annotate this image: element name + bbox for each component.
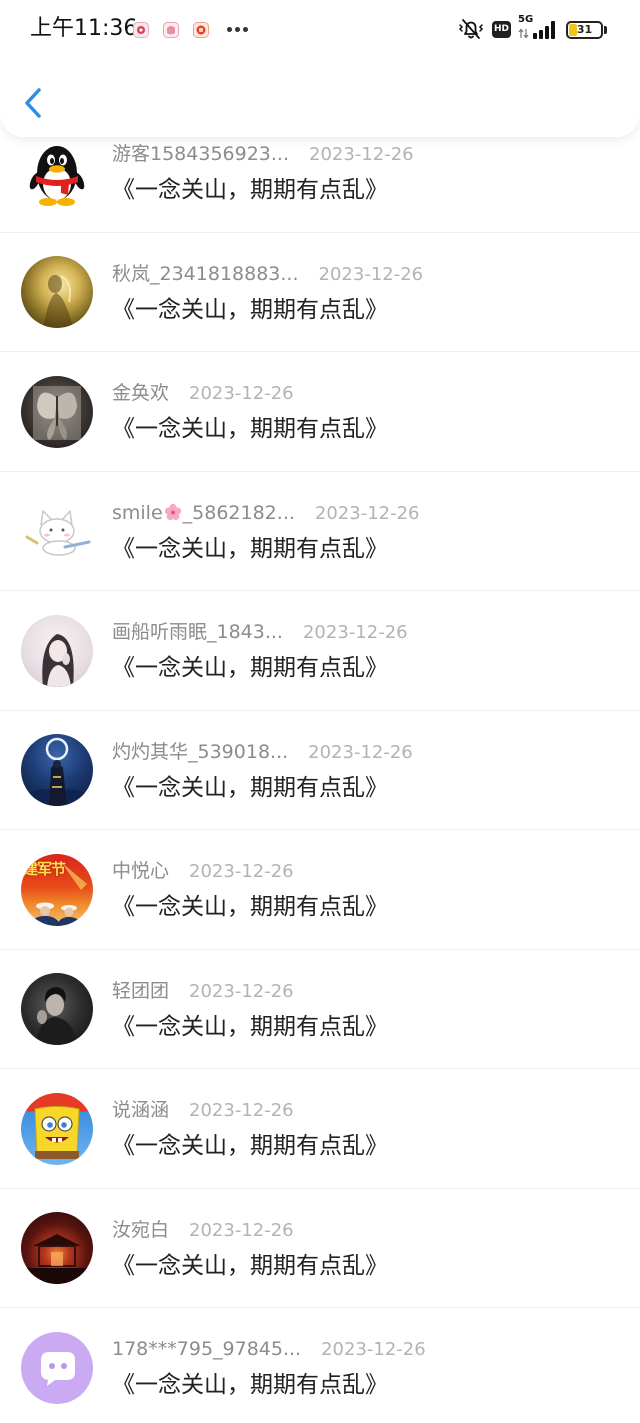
item-title: 《一念关山，期期有点乱》 bbox=[112, 894, 388, 920]
item-title: 《一念关山，期期有点乱》 bbox=[112, 655, 388, 681]
avatar-moonlit-night-art[interactable] bbox=[21, 734, 93, 806]
user-info-line: 画船听雨眠_1843... 2023-12-26 bbox=[112, 620, 408, 646]
user-info-line: smile🌸_5862182... 2023-12-26 bbox=[112, 501, 420, 527]
user-info-line: 金奂欢 2023-12-26 bbox=[112, 381, 294, 407]
avatar-qq-penguin[interactable] bbox=[21, 136, 93, 209]
item-title: 《一念关山，期期有点乱》 bbox=[112, 1252, 388, 1279]
user-name: 画船听雨眠_1843... bbox=[112, 621, 283, 643]
post-date: 2023-12-26 bbox=[189, 980, 294, 1002]
item-title: 《一念关山，期期有点乱》 bbox=[112, 416, 388, 442]
post-date: 2023-12-26 bbox=[302, 622, 408, 643]
list-item[interactable]: 说涵涵 2023-12-26 《一念关山，期期有点乱》 bbox=[0, 1069, 640, 1189]
avatar-caption: 建军节 bbox=[23, 859, 66, 878]
user-name: 游客1584356923... bbox=[112, 143, 290, 165]
battery-percent: 31 bbox=[576, 23, 593, 36]
post-date: 2023-12-26 bbox=[321, 1339, 426, 1360]
app-notification-icon bbox=[163, 22, 179, 38]
user-name: 金奂欢 bbox=[112, 382, 170, 404]
post-date: 2023-12-26 bbox=[314, 502, 420, 524]
avatar-white-cat-cartoon[interactable] bbox=[21, 495, 93, 567]
post-date: 2023-12-26 bbox=[189, 1219, 294, 1241]
avatar-girl-portrait-photo[interactable] bbox=[21, 614, 93, 687]
battery-cap bbox=[604, 26, 607, 34]
item-title: 《一念关山，期期有点乱》 bbox=[112, 535, 388, 562]
avatar-golden-figure-photo[interactable] bbox=[21, 256, 93, 328]
app-notification-icon bbox=[193, 22, 209, 38]
user-name: smile🌸_5862182... bbox=[112, 501, 295, 524]
avatar-army-day-poster[interactable]: 建军节 bbox=[21, 853, 93, 926]
user-info-line: 游客1584356923... 2023-12-26 bbox=[112, 142, 414, 168]
list-item[interactable]: 灼灼其华_539018... 2023-12-26 《一念关山，期期有点乱》 bbox=[0, 711, 640, 831]
data-transfer-icon bbox=[518, 28, 529, 39]
user-info-line: 178***795_97845... 2023-12-26 bbox=[112, 1337, 426, 1363]
list-item[interactable]: 汝宛白 2023-12-26 《一念关山，期期有点乱》 bbox=[0, 1189, 640, 1309]
user-name: 汝宛白 bbox=[112, 1218, 170, 1241]
user-name: 秋岚_2341818883... bbox=[112, 262, 299, 285]
list-item[interactable]: 金奂欢 2023-12-26 《一念关山，期期有点乱》 bbox=[0, 352, 640, 472]
user-info-line: 轻团团 2023-12-26 bbox=[112, 979, 294, 1005]
item-title: 《一念关山，期期有点乱》 bbox=[112, 774, 388, 801]
network-type-label: 5G bbox=[518, 14, 534, 25]
user-name: 轻团团 bbox=[112, 979, 170, 1002]
list-item[interactable]: 轻团团 2023-12-26 《一念关山，期期有点乱》 bbox=[0, 950, 640, 1070]
list-item[interactable]: 秋岚_2341818883... 2023-12-26 《一念关山，期期有点乱》 bbox=[0, 233, 640, 353]
list-item[interactable]: 画船听雨眠_1843... 2023-12-26 《一念关山，期期有点乱》 bbox=[0, 591, 640, 711]
cherry-blossom-icon: 🌸 bbox=[164, 503, 181, 520]
avatar-butterfly-photo[interactable] bbox=[21, 375, 93, 448]
avatar-default-chat-bubble[interactable] bbox=[21, 1331, 93, 1404]
user-name: 灼灼其华_539018... bbox=[112, 740, 289, 763]
user-name: 说涵涵 bbox=[112, 1099, 170, 1121]
item-title: 《一念关山，期期有点乱》 bbox=[112, 1133, 388, 1159]
list-item[interactable]: smile🌸_5862182... 2023-12-26 《一念关山，期期有点乱》 bbox=[0, 472, 640, 592]
post-date: 2023-12-26 bbox=[189, 383, 294, 404]
vibrate-off-icon bbox=[458, 19, 484, 39]
user-info-line: 汝宛白 2023-12-26 bbox=[112, 1218, 294, 1244]
status-time: 上午11:36 bbox=[30, 16, 138, 41]
list-item[interactable]: 178***795_97845... 2023-12-26 《一念关山，期期有点乱》 bbox=[0, 1308, 640, 1423]
post-date: 2023-12-26 bbox=[308, 741, 413, 763]
back-button[interactable] bbox=[14, 80, 56, 126]
hd-badge: HD bbox=[492, 21, 511, 38]
item-title: 《一念关山，期期有点乱》 bbox=[112, 1372, 388, 1398]
item-title: 《一念关山，期期有点乱》 bbox=[112, 1013, 388, 1040]
user-info-line: 秋岚_2341818883... 2023-12-26 bbox=[112, 262, 423, 288]
signal-icon bbox=[533, 20, 557, 39]
avatar-dark-portrait-photo[interactable] bbox=[21, 973, 93, 1045]
more-notifications-icon bbox=[227, 27, 249, 33]
user-info-line: 灼灼其华_539018... 2023-12-26 bbox=[112, 740, 413, 766]
comment-list: 游客1584356923... 2023-12-26 《一念关山，期期有点乱》 秋岚_… bbox=[0, 113, 640, 1423]
top-bar: 上午11:36 HD 5G 31 bbox=[0, 0, 640, 137]
item-title: 《一念关山，期期有点乱》 bbox=[112, 177, 388, 203]
avatar-spongebob-cartoon[interactable] bbox=[21, 1092, 93, 1165]
user-info-line: 说涵涵 2023-12-26 bbox=[112, 1098, 294, 1124]
chevron-left-icon bbox=[25, 88, 41, 118]
post-date: 2023-12-26 bbox=[309, 144, 414, 165]
battery-icon: 31 bbox=[566, 21, 603, 39]
app-notification-icon bbox=[133, 22, 149, 38]
user-name: 中悦心 bbox=[112, 860, 170, 882]
list-item[interactable]: 建军节 中悦心 2023-12-26 《一念关山，期期有点乱》 bbox=[0, 830, 640, 950]
post-date: 2023-12-26 bbox=[189, 861, 294, 882]
item-title: 《一念关山，期期有点乱》 bbox=[112, 296, 388, 323]
user-info-line: 中悦心 2023-12-26 bbox=[112, 859, 294, 885]
post-date: 2023-12-26 bbox=[318, 263, 424, 285]
post-date: 2023-12-26 bbox=[189, 1100, 294, 1121]
user-name: 178***795_97845... bbox=[112, 1338, 302, 1360]
avatar-night-temple-photo[interactable] bbox=[21, 1212, 93, 1284]
